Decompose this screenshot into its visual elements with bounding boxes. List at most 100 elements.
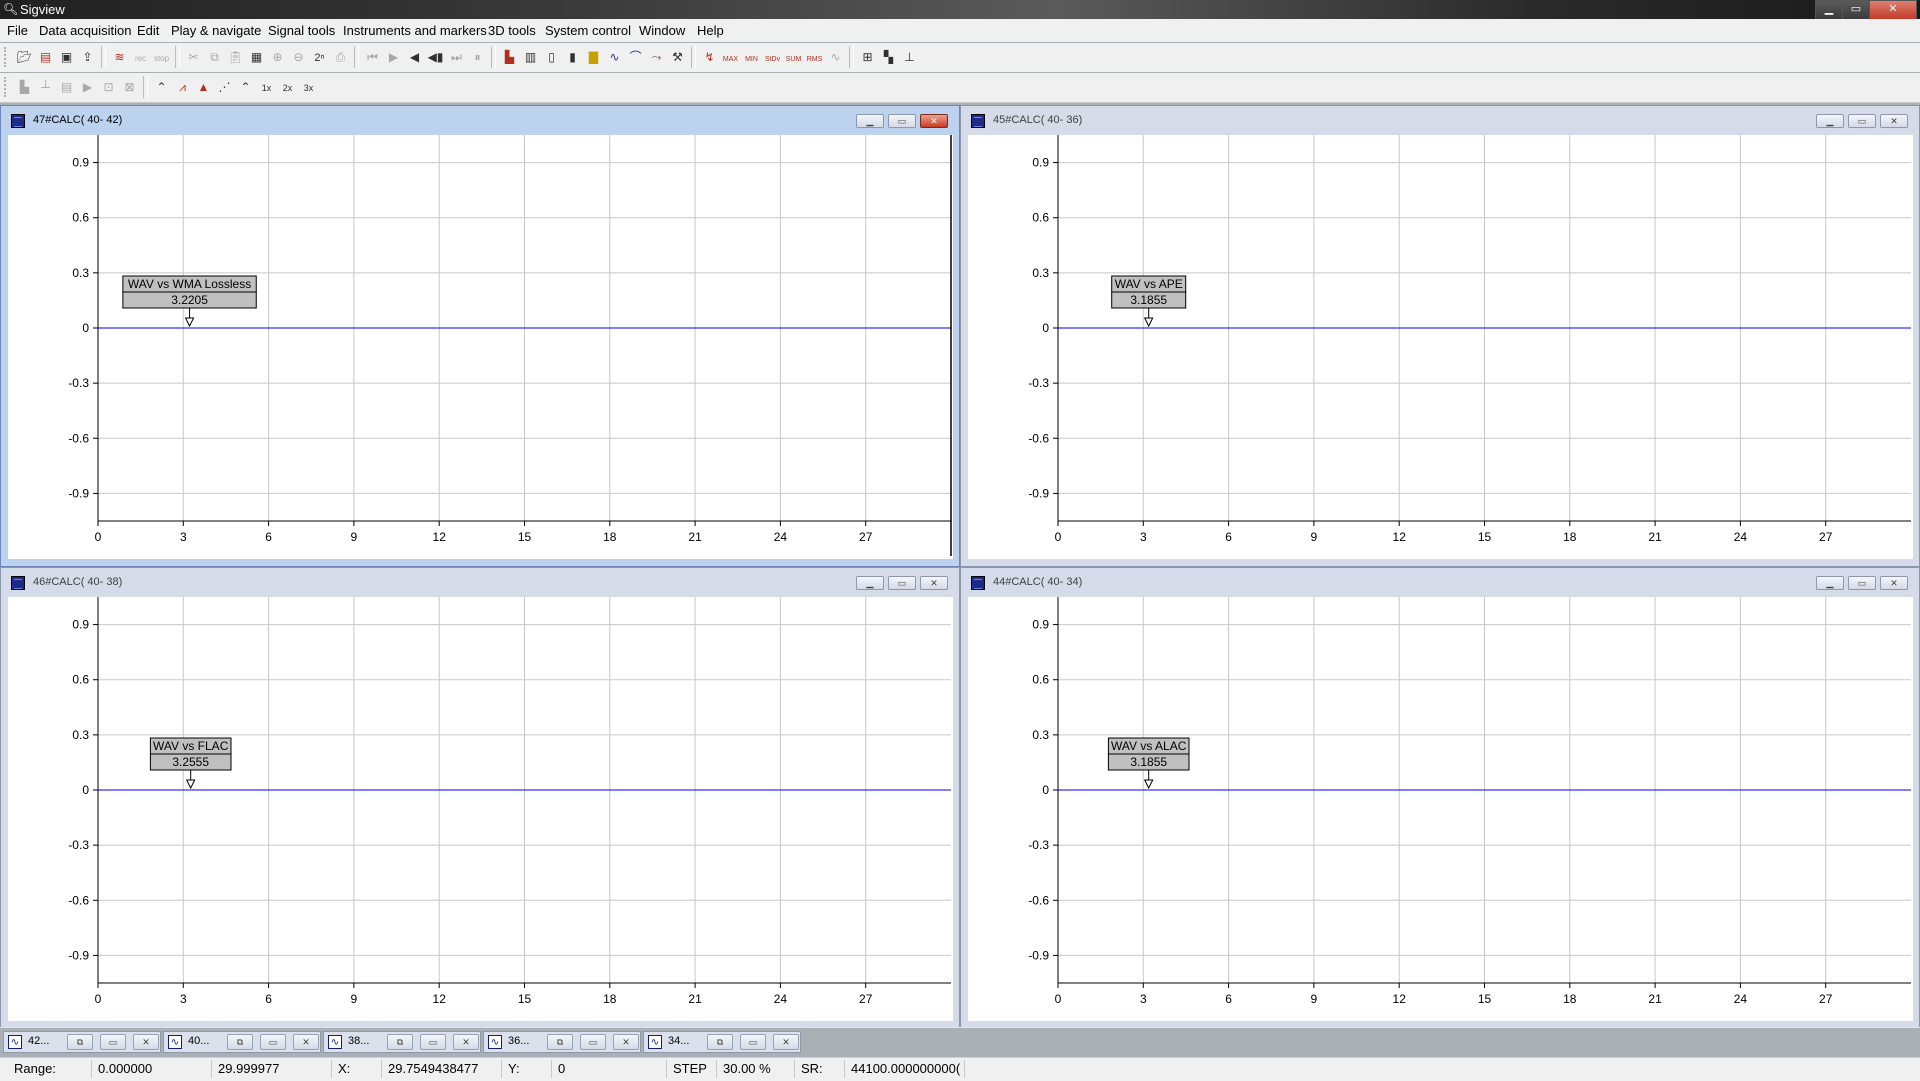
- spectrum-icon[interactable]: ▙: [499, 47, 520, 67]
- grid-select-icon[interactable]: ⊡: [98, 77, 119, 97]
- step-back-icon[interactable]: ◀: [404, 47, 425, 67]
- close-button[interactable]: ✕: [773, 1034, 799, 1050]
- layout-icon[interactable]: ▤: [56, 77, 77, 97]
- tile-icon[interactable]: ⊞: [857, 47, 878, 67]
- fill-mode-icon[interactable]: ▲: [193, 77, 214, 97]
- stem-icon[interactable]: ┴: [35, 77, 56, 97]
- bar-graph-icon[interactable]: ▙: [14, 77, 35, 97]
- signal-window[interactable]: 44#CALC( 40- 34) ▁ ▭ ✕ 0 3 6 9 12 15 18 21 24 27 0…: [960, 567, 1920, 1029]
- panel-maximize-button[interactable]: ▭: [1848, 576, 1876, 590]
- power-of-two-icon[interactable]: 2ⁿ: [309, 47, 330, 67]
- panel-close-button[interactable]: ✕: [920, 114, 948, 128]
- first-icon[interactable]: ⏮: [362, 47, 383, 67]
- panel-maximize-button[interactable]: ▭: [888, 576, 916, 590]
- tree-icon[interactable]: ⊥: [899, 47, 920, 67]
- window-close-button[interactable]: ✕: [1869, 0, 1917, 20]
- minimized-window[interactable]: ∿ 38... ⧉ ▭ ✕: [323, 1031, 481, 1053]
- scale-1x-icon[interactable]: 1x: [256, 77, 277, 97]
- line-mode-icon[interactable]: ⌃: [151, 77, 172, 97]
- menu-file[interactable]: File: [7, 23, 28, 38]
- panel-close-button[interactable]: ✕: [1880, 576, 1908, 590]
- tools-icon[interactable]: ⚒: [667, 47, 688, 67]
- panel-close-button[interactable]: ✕: [1880, 114, 1908, 128]
- last-icon[interactable]: ⏭: [446, 47, 467, 67]
- pause-icon[interactable]: ⏸: [467, 47, 488, 67]
- restore-button[interactable]: ⧉: [227, 1034, 253, 1050]
- panel-minimize-button[interactable]: ▁: [856, 576, 884, 590]
- menu-system-control[interactable]: System control: [545, 23, 631, 38]
- menu-play-navigate[interactable]: Play & navigate: [171, 23, 261, 38]
- zoom-in-icon[interactable]: ⊕: [267, 47, 288, 67]
- toolbar-grip[interactable]: [4, 77, 10, 97]
- signal-chart-svg[interactable]: 0 3 6 9 12 15 18 21 24 27 0.9 0.6 0.3 0 -0.3 -0.6 -0.9 WA…: [968, 597, 1913, 1021]
- scale-2x-icon[interactable]: 2x: [277, 77, 298, 97]
- panel-minimize-button[interactable]: ▁: [856, 114, 884, 128]
- export-icon[interactable]: ⇪: [77, 47, 98, 67]
- maximize-button[interactable]: ▭: [260, 1034, 286, 1050]
- sum-marker-icon[interactable]: SUM: [783, 47, 804, 67]
- step-forward-icon[interactable]: ◀▮: [425, 47, 446, 67]
- histogram-icon[interactable]: ▮: [562, 47, 583, 67]
- signal-generator-icon[interactable]: ≋: [109, 47, 130, 67]
- signal-window-titlebar[interactable]: 47#CALC( 40- 42) ▁ ▭ ✕: [1, 106, 959, 134]
- grid-zoom-icon[interactable]: ⊠: [119, 77, 140, 97]
- print-icon[interactable]: ⎙: [330, 47, 351, 67]
- transform-icon[interactable]: ⤳: [646, 47, 667, 67]
- copy-icon[interactable]: ⧉: [204, 47, 225, 67]
- minimized-window[interactable]: ∿ 34... ⧉ ▭ ✕: [643, 1031, 801, 1053]
- signal-window[interactable]: 47#CALC( 40- 42) ▁ ▭ ✕ 0 3 6 9 12 15 18 21 24 27 0…: [0, 105, 960, 567]
- peak-mode-icon[interactable]: ⩘: [172, 77, 193, 97]
- signal-plot[interactable]: 0 3 6 9 12 15 18 21 24 27 0.9 0.6 0.3 0 -0.3 -0.6 -0.9 WA…: [8, 597, 953, 1021]
- calculator-icon[interactable]: ▯: [541, 47, 562, 67]
- bars-icon[interactable]: ▇: [583, 47, 604, 67]
- scale-3x-icon[interactable]: 3x: [298, 77, 319, 97]
- play-icon[interactable]: ▶: [383, 47, 404, 67]
- zoom-out-icon[interactable]: ⊖: [288, 47, 309, 67]
- maximize-button[interactable]: ▭: [580, 1034, 606, 1050]
- minimized-window[interactable]: ∿ 42... ⧉ ▭ ✕: [3, 1031, 161, 1053]
- menu-data-acquisition[interactable]: Data acquisition: [39, 23, 132, 38]
- menu-instruments-and-markers[interactable]: Instruments and markers: [343, 23, 487, 38]
- maximize-button[interactable]: ▭: [100, 1034, 126, 1050]
- panel-minimize-button[interactable]: ▁: [1816, 576, 1844, 590]
- close-button[interactable]: ✕: [293, 1034, 319, 1050]
- close-button[interactable]: ✕: [613, 1034, 639, 1050]
- wave-icon[interactable]: ∿: [604, 47, 625, 67]
- signal-window-titlebar[interactable]: 46#CALC( 40- 38) ▁ ▭ ✕: [1, 568, 959, 596]
- restore-button[interactable]: ⧉: [67, 1034, 93, 1050]
- panel-maximize-button[interactable]: ▭: [888, 114, 916, 128]
- cut-icon[interactable]: ✂: [183, 47, 204, 67]
- signal-chart-svg[interactable]: 0 3 6 9 12 15 18 21 24 27 0.9 0.6 0.3 0 -0.3 -0.6 -0.9 WA…: [8, 135, 953, 559]
- peak-marker-icon[interactable]: ↯: [699, 47, 720, 67]
- signal-plot[interactable]: 0 3 6 9 12 15 18 21 24 27 0.9 0.6 0.3 0 -0.3 -0.6 -0.9 WA…: [8, 135, 953, 559]
- signal-plot[interactable]: 0 3 6 9 12 15 18 21 24 27 0.9 0.6 0.3 0 -0.3 -0.6 -0.9 WA…: [968, 597, 1913, 1021]
- minimized-window[interactable]: ∿ 40... ⧉ ▭ ✕: [163, 1031, 321, 1053]
- minimized-window[interactable]: ∿ 36... ⧉ ▭ ✕: [483, 1031, 641, 1053]
- restore-button[interactable]: ⧉: [387, 1034, 413, 1050]
- rms-marker-icon[interactable]: RMS: [804, 47, 825, 67]
- filter-icon[interactable]: ⌒: [625, 47, 646, 67]
- window-maximize-button[interactable]: ▭: [1842, 0, 1870, 20]
- open-folder-icon[interactable]: 📂︎: [14, 47, 35, 67]
- menu-edit[interactable]: Edit: [137, 23, 159, 38]
- rec-icon[interactable]: rec: [130, 47, 151, 67]
- signal-window-titlebar[interactable]: 44#CALC( 40- 34) ▁ ▭ ✕: [961, 568, 1919, 596]
- max-marker-icon[interactable]: MAX: [720, 47, 741, 67]
- cascade-icon[interactable]: ▚: [878, 47, 899, 67]
- save-icon[interactable]: ▣: [56, 47, 77, 67]
- signal-chart-svg[interactable]: 0 3 6 9 12 15 18 21 24 27 0.9 0.6 0.3 0 -0.3 -0.6 -0.9 WA…: [968, 135, 1913, 559]
- dot-mode-icon[interactable]: ⋰: [214, 77, 235, 97]
- stdev-marker-icon[interactable]: StDv: [762, 47, 783, 67]
- close-button[interactable]: ✕: [453, 1034, 479, 1050]
- stop-icon[interactable]: stop: [151, 47, 172, 67]
- spline-mode-icon[interactable]: ⌃: [235, 77, 256, 97]
- signal-window-titlebar[interactable]: 45#CALC( 40- 36) ▁ ▭ ✕: [961, 106, 1919, 134]
- menu-signal-tools[interactable]: Signal tools: [268, 23, 335, 38]
- maximize-button[interactable]: ▭: [740, 1034, 766, 1050]
- signal-plot[interactable]: 0 3 6 9 12 15 18 21 24 27 0.9 0.6 0.3 0 -0.3 -0.6 -0.9 WA…: [968, 135, 1913, 559]
- paste-icon[interactable]: 📋︎: [225, 47, 246, 67]
- restore-button[interactable]: ⧉: [707, 1034, 733, 1050]
- maximize-button[interactable]: ▭: [420, 1034, 446, 1050]
- toolbar-grip[interactable]: [4, 47, 10, 67]
- min-marker-icon[interactable]: MIN: [741, 47, 762, 67]
